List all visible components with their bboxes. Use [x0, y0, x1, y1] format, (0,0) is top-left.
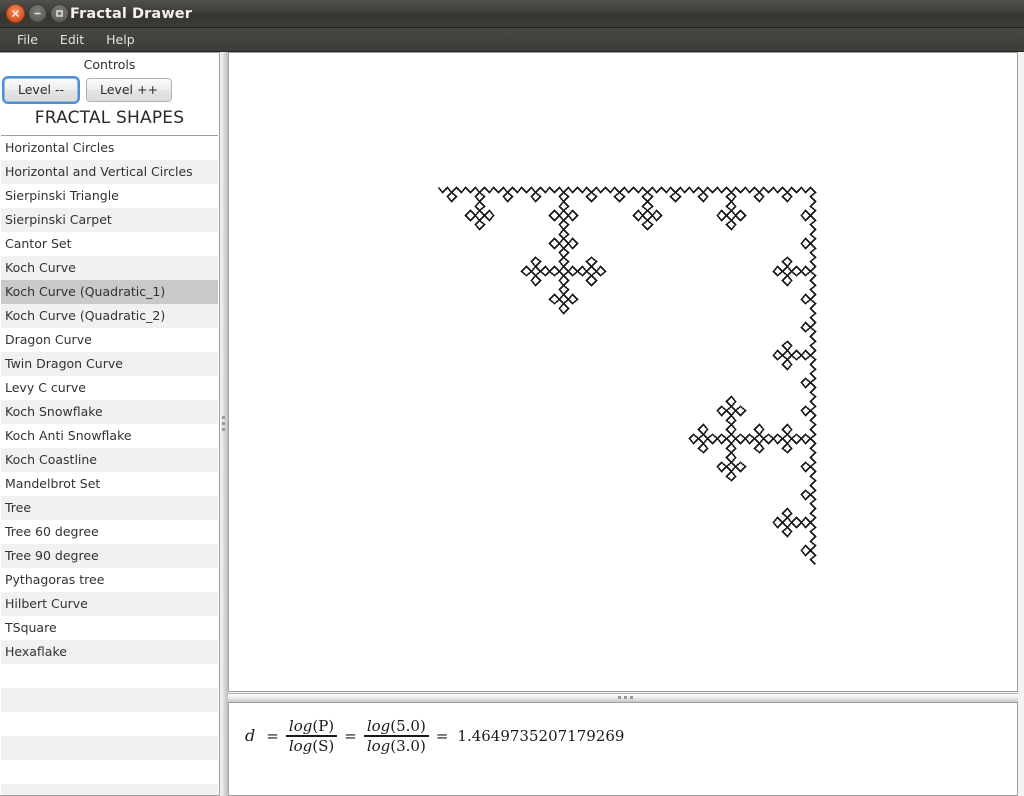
list-item[interactable]: Koch Curve (Quadratic_1): [1, 280, 218, 304]
maximize-icon[interactable]: [50, 4, 69, 23]
close-icon[interactable]: [6, 4, 25, 23]
formula-numeric-denominator: log(3.0): [364, 737, 429, 755]
list-item-label: Horizontal and Vertical Circles: [5, 164, 193, 179]
list-item[interactable]: Koch Anti Snowflake: [1, 424, 218, 448]
controls-heading: Controls: [83, 57, 136, 72]
list-item[interactable]: Horizontal and Vertical Circles: [1, 160, 218, 184]
list-item-empty[interactable]: [1, 784, 218, 795]
list-item-label: Tree: [5, 500, 32, 515]
list-item-label: Koch Anti Snowflake: [5, 428, 132, 443]
log-label-1: log: [288, 717, 313, 735]
list-item-empty[interactable]: [1, 760, 218, 784]
formula-generic-denominator: log(S): [286, 737, 337, 755]
formula-numeric-numerator: log(5.0): [364, 717, 429, 735]
fractal-canvas[interactable]: [228, 52, 1018, 692]
list-item-label: Hexaflake: [5, 644, 67, 659]
minimize-icon[interactable]: [28, 4, 47, 23]
list-item-empty[interactable]: [1, 736, 218, 760]
list-item-label: Mandelbrot Set: [5, 476, 101, 491]
log-label-3: log: [366, 717, 391, 735]
formula-numeric-fraction: log(5.0) log(3.0): [363, 717, 429, 755]
list-item[interactable]: Koch Curve: [1, 256, 218, 280]
level-up-button[interactable]: Level ++: [86, 78, 172, 102]
list-item-label: TSquare: [5, 620, 57, 635]
log-label-2: log: [288, 736, 313, 755]
list-item[interactable]: Levy C curve: [1, 376, 218, 400]
list-item[interactable]: Tree 60 degree: [1, 520, 218, 544]
right-side: d = log(P) log(S) = log(5.0) log(3.0) = …: [228, 52, 1024, 796]
list-item-label: Horizontal Circles: [5, 140, 115, 155]
list-item[interactable]: Cantor Set: [1, 232, 218, 256]
list-item-label: Twin Dragon Curve: [5, 356, 123, 371]
app-window: Fractal Drawer File Edit Help Controls L…: [0, 0, 1024, 796]
list-item[interactable]: Mandelbrot Set: [1, 472, 218, 496]
vertical-split-divider[interactable]: [220, 52, 228, 796]
fractal-shapes-heading: FRACTAL SHAPES: [34, 108, 185, 128]
list-item-empty[interactable]: [1, 688, 218, 712]
list-item[interactable]: Hexaflake: [1, 640, 218, 664]
list-item[interactable]: Koch Coastline: [1, 448, 218, 472]
list-item[interactable]: Sierpinski Triangle: [1, 184, 218, 208]
list-item-label: Koch Curve: [5, 260, 76, 275]
list-item[interactable]: Sierpinski Carpet: [1, 208, 218, 232]
list-item-label: Pythagoras tree: [5, 572, 105, 587]
list-item-label: Koch Coastline: [5, 452, 97, 467]
list-item[interactable]: Horizontal Circles: [1, 136, 218, 160]
list-item-label: Koch Snowflake: [5, 404, 103, 419]
window-title: Fractal Drawer: [70, 6, 192, 22]
fractal-shape-list[interactable]: Horizontal Circles Horizontal and Vertica…: [1, 135, 218, 795]
list-item-empty[interactable]: [1, 712, 218, 736]
list-item-label: Tree 90 degree: [5, 548, 99, 563]
list-item-label: Koch Curve (Quadratic_2): [5, 308, 166, 323]
formula-generic-denominator-arg: (S): [312, 736, 335, 755]
list-item[interactable]: Koch Curve (Quadratic_2): [1, 304, 218, 328]
list-item[interactable]: Pythagoras tree: [1, 568, 218, 592]
menu-bar: File Edit Help: [0, 28, 1024, 52]
list-item[interactable]: Twin Dragon Curve: [1, 352, 218, 376]
list-item-label: Tree 60 degree: [5, 524, 99, 539]
formula-generic-numerator-arg: (P): [312, 717, 335, 735]
list-item[interactable]: Tree 90 degree: [1, 544, 218, 568]
menu-item-help[interactable]: Help: [98, 30, 146, 50]
window-controls: [6, 4, 69, 23]
list-item[interactable]: TSquare: [1, 616, 218, 640]
list-item-label: Sierpinski Carpet: [5, 212, 112, 227]
formula-numeric-denominator-arg: (3.0): [390, 736, 426, 755]
formula-generic-fraction: log(P) log(S): [285, 717, 338, 755]
menu-item-edit[interactable]: Edit: [52, 30, 95, 50]
split-grip-icon: [222, 416, 226, 434]
list-item[interactable]: Koch Snowflake: [1, 400, 218, 424]
menu-item-file[interactable]: File: [9, 30, 49, 50]
formula-variable: d: [245, 726, 256, 746]
level-button-row: Level -- Level ++: [0, 76, 219, 104]
fractal-dimension-formula: d = log(P) log(S) = log(5.0) log(3.0) = …: [241, 717, 624, 755]
list-item[interactable]: Hilbert Curve: [1, 592, 218, 616]
controls-panel: Controls Level -- Level ++ FRACTAL SHAPE…: [0, 52, 220, 796]
fractal-drawing: [437, 186, 817, 566]
level-down-button[interactable]: Level --: [2, 76, 80, 104]
dimension-formula-panel: d = log(P) log(S) = log(5.0) log(3.0) = …: [228, 702, 1018, 796]
list-item-label: Levy C curve: [5, 380, 86, 395]
list-item-label: Sierpinski Triangle: [5, 188, 119, 203]
list-item-label: Cantor Set: [5, 236, 72, 251]
work-area: Controls Level -- Level ++ FRACTAL SHAPE…: [0, 52, 1024, 796]
log-label-4: log: [366, 736, 391, 755]
fractal-dimension-value: 1.4649735207179269: [457, 726, 625, 745]
list-item[interactable]: Dragon Curve: [1, 328, 218, 352]
formula-equals-2: =: [344, 726, 357, 745]
formula-numeric-numerator-arg: (5.0): [390, 717, 426, 735]
list-item-label: Dragon Curve: [5, 332, 92, 347]
formula-equals-1: =: [266, 726, 279, 745]
title-bar: Fractal Drawer: [0, 0, 1024, 28]
list-item-label: Hilbert Curve: [5, 596, 88, 611]
horizontal-split-divider[interactable]: [228, 693, 1018, 702]
list-item-empty[interactable]: [1, 664, 218, 688]
split-grip-icon-horizontal: [618, 696, 633, 699]
formula-equals-3: =: [435, 726, 449, 745]
formula-generic-numerator: log(P): [286, 717, 337, 735]
list-item[interactable]: Tree: [1, 496, 218, 520]
list-item-label: Koch Curve (Quadratic_1): [5, 284, 166, 299]
